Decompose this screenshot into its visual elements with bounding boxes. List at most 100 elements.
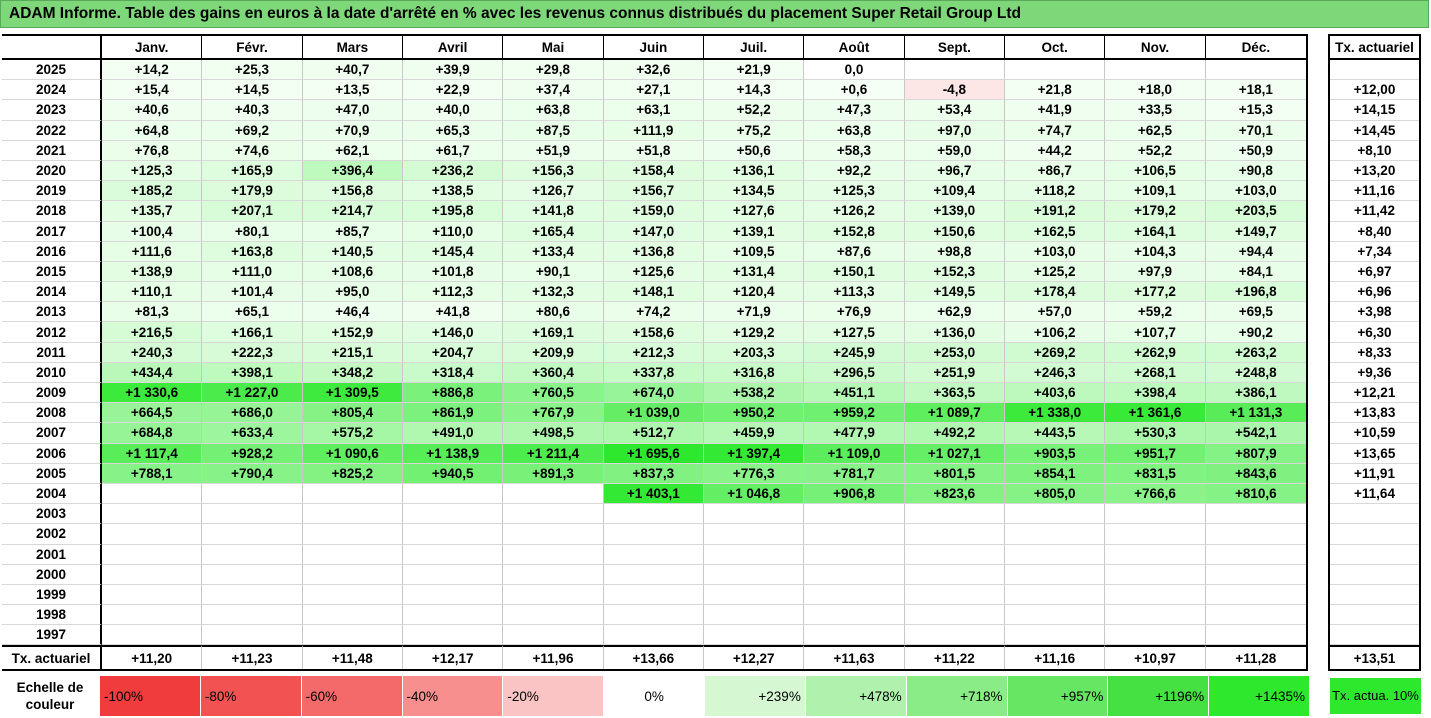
gain-cell: +951,7 <box>1105 443 1206 464</box>
legend-tx-actua: Tx. actua. 10% <box>1330 678 1421 714</box>
gain-cell: +152,8 <box>804 221 905 242</box>
gain-cell <box>1105 605 1206 626</box>
gain-cell: +126,2 <box>804 201 905 222</box>
gain-cell <box>503 625 604 646</box>
gain-cell: +76,9 <box>804 302 905 323</box>
gain-cell <box>202 544 303 565</box>
gain-cell: +903,5 <box>1005 443 1106 464</box>
year-label: 2003 <box>2 504 102 525</box>
gain-cell: +684,8 <box>102 423 203 444</box>
row-tx-value <box>1330 625 1419 646</box>
gain-cell: +776,3 <box>704 463 805 484</box>
gain-cell: +51,9 <box>503 140 604 161</box>
gain-cell: +185,2 <box>102 181 203 202</box>
gain-cell: +1 403,1 <box>603 483 704 505</box>
gain-cell: +87,5 <box>503 120 604 141</box>
gain-cell: +906,8 <box>804 483 905 505</box>
gain-cell <box>503 483 604 505</box>
year-label: 2015 <box>2 261 102 283</box>
gain-cell: +156,7 <box>603 181 704 202</box>
gain-cell <box>102 504 203 525</box>
gain-cell: +498,5 <box>503 423 604 444</box>
gain-cell: +53,4 <box>904 100 1005 121</box>
gain-cell: +101,8 <box>403 261 504 283</box>
gain-cell: +32,6 <box>603 60 704 81</box>
gain-cell: +100,4 <box>102 221 203 242</box>
avg-month-value: +10,97 <box>1105 645 1206 669</box>
year-label: 2022 <box>2 120 102 141</box>
row-tx-value: +3,98 <box>1330 302 1419 323</box>
gain-cell: +891,3 <box>503 463 604 484</box>
gain-cell: +928,2 <box>202 443 303 464</box>
avg-month-value: +12,27 <box>704 645 805 669</box>
gain-cell <box>904 544 1005 565</box>
gain-cell: +269,2 <box>1005 342 1106 363</box>
gain-cell: +80,1 <box>202 221 303 242</box>
gain-cell <box>102 544 203 565</box>
gain-cell: +103,0 <box>1205 181 1306 202</box>
gain-cell: +63,8 <box>503 100 604 121</box>
gain-cell: +248,8 <box>1205 362 1306 383</box>
month-header: Févr. <box>202 36 303 60</box>
year-label: 2021 <box>2 140 102 161</box>
gain-cell: +686,0 <box>202 403 303 424</box>
row-tx-value: +6,30 <box>1330 322 1419 343</box>
gain-cell: +222,3 <box>202 342 303 363</box>
gain-cell: +162,5 <box>1005 221 1106 242</box>
gain-cell: +296,5 <box>804 362 905 383</box>
month-header: Avril <box>403 36 504 60</box>
avg-month-value: +11,48 <box>302 645 403 669</box>
gain-cell <box>1005 625 1106 646</box>
year-label: 2007 <box>2 423 102 444</box>
gain-cell <box>503 524 604 545</box>
gain-cell <box>804 524 905 545</box>
gain-cell: +110,0 <box>403 221 504 242</box>
gain-cell: +87,6 <box>804 241 905 262</box>
gain-cell <box>1205 60 1306 81</box>
row-tx-value: +11,64 <box>1330 484 1419 505</box>
gain-cell: +134,5 <box>704 181 805 202</box>
row-tx-value: +8,33 <box>1330 343 1419 363</box>
gain-cell <box>804 544 905 565</box>
gain-cell: -4,8 <box>904 80 1005 101</box>
table-corner <box>2 36 102 60</box>
gain-cell: +542,1 <box>1205 423 1306 444</box>
page-title: ADAM Informe. Table des gains en euros à… <box>0 0 1429 28</box>
month-header: Janv. <box>102 36 203 60</box>
gain-cell <box>1005 584 1106 606</box>
gain-cell: +37,4 <box>503 80 604 101</box>
gain-cell <box>704 605 805 626</box>
gain-cell: +177,2 <box>1105 282 1206 303</box>
gain-cell: +825,2 <box>302 463 403 484</box>
year-label: 2002 <box>2 524 102 545</box>
gain-cell: +125,3 <box>804 181 905 202</box>
gain-cell <box>202 504 303 525</box>
gain-cell: +136,0 <box>904 322 1005 343</box>
gain-cell: +133,4 <box>503 241 604 262</box>
gain-cell: +65,1 <box>202 302 303 323</box>
gain-cell: +633,4 <box>202 423 303 444</box>
gain-cell <box>904 60 1005 81</box>
row-tx-value: +12,21 <box>1330 383 1419 404</box>
gain-cell: +76,8 <box>102 140 203 161</box>
gain-cell: +138,5 <box>403 181 504 202</box>
gain-cell <box>302 625 403 646</box>
gain-cell: +75,2 <box>704 120 805 141</box>
gain-cell <box>603 605 704 626</box>
gain-cell: +1 361,6 <box>1105 403 1206 424</box>
gain-cell: +214,7 <box>302 201 403 222</box>
gain-cell <box>302 483 403 505</box>
gain-cell <box>804 605 905 626</box>
row-tx-value: +14,45 <box>1330 121 1419 141</box>
gain-cell: +111,6 <box>102 241 203 262</box>
gain-cell: +1 338,0 <box>1005 403 1106 424</box>
gain-cell: +1 027,1 <box>904 443 1005 464</box>
avg-month-value: +11,22 <box>904 645 1005 669</box>
gain-cell: +14,2 <box>102 60 203 81</box>
gain-cell <box>704 504 805 525</box>
gain-cell: +530,3 <box>1105 423 1206 444</box>
gain-cell: +158,6 <box>603 322 704 343</box>
gain-cell: +136,1 <box>704 160 805 182</box>
year-label: 2016 <box>2 241 102 262</box>
gain-cell: +21,8 <box>1005 80 1106 101</box>
